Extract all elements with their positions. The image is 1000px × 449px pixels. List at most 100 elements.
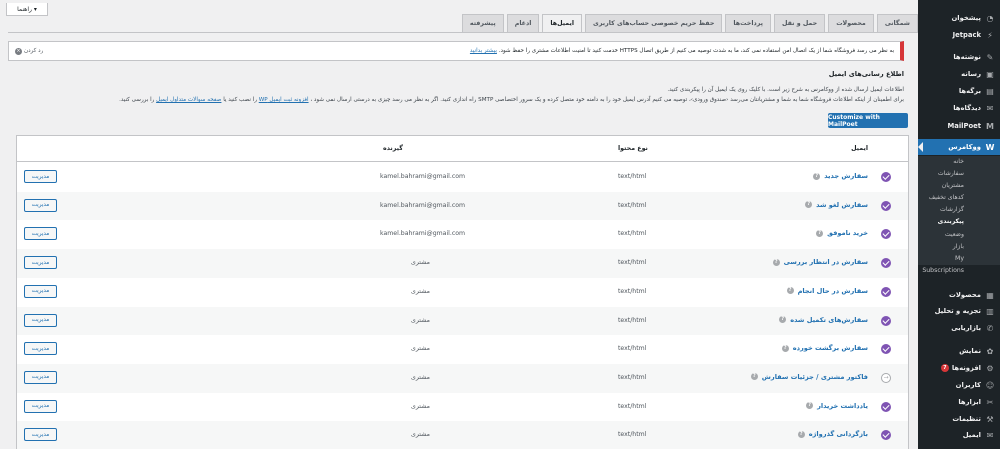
help-tab-button[interactable]: راهنما ▾ bbox=[6, 3, 48, 16]
enabled-check-icon bbox=[881, 430, 891, 441]
email-name: فاکتور مشتری / جزئیات سفارش bbox=[761, 372, 868, 381]
sidebar-item[interactable]: ▤ برگه‌ها bbox=[918, 83, 1000, 99]
email-name-link[interactable]: یادداشت خریدار? bbox=[806, 402, 868, 410]
email-name-link[interactable]: بازگردانی گذرواژه? bbox=[797, 430, 868, 438]
email-name-link[interactable]: سفارش در انتظار بررسی? bbox=[772, 258, 868, 266]
users-icon: ☺ bbox=[985, 380, 995, 390]
help-tip-icon[interactable]: ? bbox=[813, 172, 821, 180]
sidebar-item[interactable]: ✿ نمایش bbox=[918, 343, 1000, 359]
manage-button[interactable]: مدیریت bbox=[24, 198, 57, 212]
sidebar-item[interactable]: ✉ دیدگاه‌ها bbox=[918, 100, 1000, 116]
sidebar-item[interactable]: ▣ رسانه bbox=[918, 66, 1000, 82]
enabled-check-icon bbox=[881, 172, 891, 182]
manage-button[interactable]: مدیریت bbox=[24, 313, 57, 327]
emails-table: ایمیل نوع محتوا گیرنده سفارش جدید? text/h… bbox=[16, 135, 909, 449]
tab-item[interactable]: حفظ حریم خصوصی حساب‌های کاربری bbox=[585, 14, 723, 33]
recipient-cell: مشتری bbox=[411, 402, 430, 410]
sidebar-item[interactable]: ✎ نوشته‌ها bbox=[918, 49, 1000, 65]
help-tip-icon[interactable]: ? bbox=[816, 229, 824, 237]
tab-item[interactable]: ادغام bbox=[506, 14, 540, 33]
help-tip-icon[interactable]: ? bbox=[750, 373, 758, 381]
sidebar-item-label: تجزیه و تحلیل bbox=[934, 307, 981, 315]
help-tip-icon[interactable]: ? bbox=[772, 258, 780, 266]
content-type-cell: text/html bbox=[618, 316, 647, 324]
tab-item[interactable]: پیشرفته bbox=[461, 14, 504, 33]
submenu-item[interactable]: وضعیت bbox=[918, 229, 1000, 241]
enabled-check-icon bbox=[881, 315, 891, 326]
sidebar-item-label: نمایش bbox=[959, 347, 981, 355]
sidebar-item-label: Jetpack bbox=[952, 31, 981, 39]
submenu-item[interactable]: بازار bbox=[918, 241, 1000, 253]
customize-mailpoet-button[interactable]: Customize with MailPoet bbox=[828, 113, 908, 128]
submenu-item[interactable]: مشتریان bbox=[918, 180, 1000, 192]
submenu-item[interactable]: کدهای تخفیف bbox=[918, 192, 1000, 204]
manage-button[interactable]: مدیریت bbox=[24, 399, 57, 413]
main-content: راهنما ▾ شمگانی محصولات حمل و نقل پرداخت‌ها… bbox=[0, 0, 918, 449]
email-name-link[interactable]: سفارش‌های تکمیل شده? bbox=[779, 316, 868, 324]
dismiss-notice-button[interactable]: × رد کردن bbox=[15, 47, 43, 55]
sidebar-item[interactable]: ✉ ایمیل bbox=[918, 427, 1000, 443]
email-name-link[interactable]: سفارش برگشت خورده? bbox=[781, 344, 868, 352]
table-row: بازگردانی گذرواژه? text/html مشتری مدیریت bbox=[17, 421, 908, 449]
email-faq-link[interactable]: صفحه سوالات متداول ایمیل bbox=[156, 97, 221, 103]
tab-item[interactable]: ایمیل‌ها bbox=[542, 14, 583, 33]
submenu-item[interactable]: My Subscriptions bbox=[918, 253, 1000, 274]
submenu-item[interactable]: پیکربندی bbox=[918, 216, 1000, 228]
sidebar-item-label: تنظیمات bbox=[952, 415, 981, 423]
manage-button[interactable]: مدیریت bbox=[24, 256, 57, 270]
manage-button[interactable]: مدیریت bbox=[24, 284, 57, 298]
sidebar-item[interactable]: ▦ محصولات bbox=[918, 287, 1000, 303]
help-tip-icon[interactable]: ? bbox=[781, 344, 789, 352]
tab-item[interactable]: پرداخت‌ها bbox=[725, 14, 771, 33]
manage-button[interactable]: مدیریت bbox=[24, 227, 57, 241]
sidebar-item[interactable]: ✂ ابزارها bbox=[918, 394, 1000, 410]
content-type-cell: text/html bbox=[618, 201, 647, 209]
email-name-link[interactable]: سفارش لغو شد? bbox=[805, 201, 868, 209]
header-email: ایمیل bbox=[851, 145, 868, 152]
chevron-down-icon: ▾ bbox=[33, 5, 37, 13]
email-name-link[interactable]: سفارش در حال انجام? bbox=[786, 287, 868, 295]
sidebar-item[interactable]: M MailPoet bbox=[918, 118, 1000, 134]
sidebar-item[interactable]: ⚒ تنظیمات bbox=[918, 411, 1000, 427]
tab-item[interactable]: محصولات bbox=[828, 14, 874, 33]
sidebar-item[interactable]: ⚡ Jetpack bbox=[918, 27, 1000, 43]
manage-button[interactable]: مدیریت bbox=[24, 370, 57, 384]
email-name-link[interactable]: خرید ناموفق? bbox=[816, 229, 868, 237]
sidebar-item[interactable]: ◔ پیشخوان bbox=[918, 10, 1000, 26]
wp-mail-logging-link[interactable]: افزونه ثبت ایمیل WP bbox=[259, 97, 309, 103]
sidebar-item-label: افزونه‌ها bbox=[951, 364, 981, 372]
enabled-check-icon bbox=[881, 286, 891, 297]
sidebar-item[interactable]: W ووکامرس bbox=[918, 139, 1000, 155]
help-tip-icon[interactable]: ? bbox=[797, 430, 805, 438]
manage-button[interactable]: مدیریت bbox=[24, 342, 57, 356]
learn-more-link[interactable]: بیشتر بدانید bbox=[470, 48, 497, 54]
submenu-item[interactable]: سفارشات bbox=[918, 168, 1000, 180]
recipient-cell: kamel.bahrami@gmail.com bbox=[380, 230, 466, 238]
sidebar-item[interactable]: ☺ کاربران bbox=[918, 377, 1000, 393]
email-name: یادداشت خریدار bbox=[817, 401, 868, 410]
email-name: خرید ناموفق bbox=[827, 229, 868, 238]
email-name-link[interactable]: سفارش جدید? bbox=[813, 172, 868, 180]
help-tip-icon[interactable]: ? bbox=[779, 316, 787, 323]
products-icon: ▦ bbox=[986, 290, 994, 300]
sidebar-item-label: بازاریابی bbox=[951, 324, 981, 332]
tab-item[interactable]: حمل و نقل bbox=[774, 14, 826, 33]
submenu-item[interactable]: گزارشات bbox=[918, 204, 1000, 216]
manage-button[interactable]: مدیریت bbox=[24, 428, 57, 442]
sidebar-item[interactable]: ✆ بازاریابی bbox=[918, 320, 1000, 336]
manage-button[interactable]: مدیریت bbox=[24, 170, 57, 183]
sidebar-item[interactable]: ⚙ افزونه‌ها 7 bbox=[918, 360, 1000, 376]
help-tip-icon[interactable]: ? bbox=[786, 287, 794, 295]
content-type-cell: text/html bbox=[618, 230, 647, 238]
help-tip-icon[interactable]: ? bbox=[805, 201, 813, 209]
table-row: سفارش جدید? text/html kamel.bahrami@gmail.… bbox=[17, 163, 908, 192]
pin-icon: ✎ bbox=[986, 52, 994, 62]
help-tip-icon[interactable]: ? bbox=[806, 402, 814, 410]
submenu-item[interactable]: خانه bbox=[918, 156, 1000, 168]
manual-arrow-icon bbox=[881, 372, 891, 383]
tab-item[interactable]: شمگانی bbox=[876, 14, 918, 33]
sidebar-item-label: دیدگاه‌ها bbox=[953, 104, 981, 112]
sidebar-item[interactable]: ▥ تجزیه و تحلیل bbox=[918, 303, 1000, 319]
sidebar-item-label: رسانه bbox=[961, 70, 981, 78]
email-name-link[interactable]: فاکتور مشتری / جزئیات سفارش? bbox=[750, 372, 868, 381]
